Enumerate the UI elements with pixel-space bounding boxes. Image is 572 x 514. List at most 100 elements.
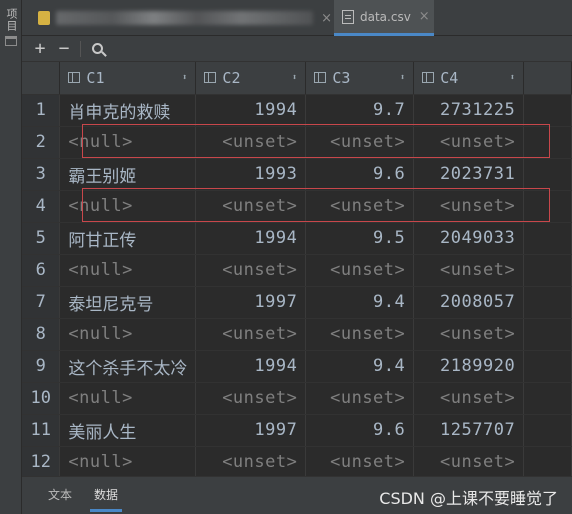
table-row[interactable]: 10 <null> <unset> <unset> <unset>: [22, 382, 572, 415]
tab-text-view[interactable]: 文本: [44, 484, 76, 509]
cell-c1[interactable]: 阿甘正传: [59, 222, 197, 255]
cell-c3[interactable]: 9.5: [305, 222, 415, 255]
cell-c2[interactable]: 1994: [195, 350, 307, 383]
row-number[interactable]: 10: [22, 382, 61, 415]
table-row[interactable]: 4 <null> <unset> <unset> <unset>: [22, 190, 572, 223]
cell-c3[interactable]: <unset>: [305, 190, 415, 223]
sort-icon[interactable]: ⬍: [510, 73, 515, 83]
cell-c1[interactable]: 美丽人生: [59, 414, 197, 447]
tab-data-csv[interactable]: data.csv ×: [334, 0, 434, 36]
cell-c1[interactable]: <null>: [59, 126, 197, 159]
row-number[interactable]: 2: [22, 126, 61, 159]
sort-icon[interactable]: ⬍: [400, 73, 405, 83]
row-filler: [523, 414, 572, 447]
table-row[interactable]: 2 <null> <unset> <unset> <unset>: [22, 126, 572, 159]
table-row[interactable]: 7 泰坦尼克号 1997 9.4 2008057: [22, 286, 572, 319]
cell-c1[interactable]: <null>: [59, 318, 197, 351]
sort-icon[interactable]: ⬍: [182, 73, 187, 83]
row-number[interactable]: 8: [22, 318, 61, 351]
cell-c4[interactable]: <unset>: [413, 254, 525, 287]
row-number[interactable]: 6: [22, 254, 61, 287]
data-grid: C1 ⬍ C2 ⬍ C3 ⬍ C4 ⬍ 1 肖申克的救赎 1994 9.7 2731225 2 <n…: [22, 62, 572, 476]
search-icon: [91, 43, 103, 54]
cell-c3[interactable]: 9.7: [305, 94, 415, 127]
cell-c1[interactable]: <null>: [59, 190, 197, 223]
row-number[interactable]: 7: [22, 286, 61, 319]
column-header-c4[interactable]: C4 ⬍: [413, 62, 525, 95]
cell-c3[interactable]: <unset>: [305, 254, 415, 287]
row-number[interactable]: 3: [22, 158, 61, 191]
table-row[interactable]: 9 这个杀手不太冷 1994 9.4 2189920: [22, 350, 572, 383]
toolbar-divider: [80, 40, 81, 57]
table-row[interactable]: 3 霸王别姬 1993 9.6 2023731: [22, 158, 572, 191]
table-row[interactable]: 6 <null> <unset> <unset> <unset>: [22, 254, 572, 287]
table-row[interactable]: 12 <null> <unset> <unset> <unset>: [22, 446, 572, 476]
cell-c2[interactable]: 1993: [195, 158, 307, 191]
column-header-c3[interactable]: C3 ⬍: [305, 62, 415, 95]
cell-c3[interactable]: 9.4: [305, 286, 415, 319]
cell-c1[interactable]: 这个杀手不太冷: [59, 350, 197, 383]
row-number[interactable]: 11: [22, 414, 61, 447]
cell-c1[interactable]: <null>: [59, 254, 197, 287]
cell-c2[interactable]: <unset>: [195, 254, 307, 287]
table-row[interactable]: 5 阿甘正传 1994 9.5 2049033: [22, 222, 572, 255]
row-number[interactable]: 9: [22, 350, 61, 383]
cell-c3[interactable]: <unset>: [305, 446, 415, 476]
cell-c3[interactable]: <unset>: [305, 318, 415, 351]
table-row[interactable]: 11 美丽人生 1997 9.6 1257707: [22, 414, 572, 447]
cell-c4[interactable]: <unset>: [413, 126, 525, 159]
cell-c2[interactable]: <unset>: [195, 382, 307, 415]
row-number[interactable]: 1: [22, 94, 61, 127]
cell-c2[interactable]: <unset>: [195, 126, 307, 159]
cell-c4[interactable]: <unset>: [413, 382, 525, 415]
project-tool-tab[interactable]: 项目: [2, 8, 20, 32]
tab-python-file[interactable]: ×: [30, 0, 332, 36]
tab-data-view[interactable]: 数据: [90, 484, 123, 512]
table-row[interactable]: 1 肖申克的救赎 1994 9.7 2731225: [22, 94, 572, 127]
left-tool-strip: 项目: [0, 0, 22, 514]
csv-table: C1 ⬍ C2 ⬍ C3 ⬍ C4 ⬍ 1 肖申克的救赎 1994 9.7 2731225 2 <n…: [22, 62, 572, 476]
column-header-c1[interactable]: C1 ⬍: [59, 62, 197, 95]
folder-icon[interactable]: [5, 36, 17, 46]
cell-c4[interactable]: <unset>: [413, 318, 525, 351]
cell-c3[interactable]: 9.6: [305, 158, 415, 191]
remove-row-button[interactable]: −: [52, 38, 76, 60]
cell-c3[interactable]: 9.6: [305, 414, 415, 447]
cell-c2[interactable]: 1994: [195, 94, 307, 127]
row-filler: [523, 94, 572, 127]
cell-c4[interactable]: 2049033: [413, 222, 525, 255]
close-icon[interactable]: ×: [321, 12, 332, 25]
cell-c1[interactable]: <null>: [59, 446, 197, 476]
close-icon[interactable]: ×: [419, 10, 430, 23]
cell-c3[interactable]: 9.4: [305, 350, 415, 383]
cell-c4[interactable]: 1257707: [413, 414, 525, 447]
cell-c3[interactable]: <unset>: [305, 382, 415, 415]
cell-c2[interactable]: 1997: [195, 286, 307, 319]
row-filler: [523, 350, 572, 383]
cell-c1[interactable]: 霸王别姬: [59, 158, 197, 191]
cell-c4[interactable]: 2189920: [413, 350, 525, 383]
cell-c2[interactable]: 1994: [195, 222, 307, 255]
column-header-c2[interactable]: C2 ⬍: [195, 62, 307, 95]
cell-c2[interactable]: <unset>: [195, 446, 307, 476]
cell-c4[interactable]: 2731225: [413, 94, 525, 127]
row-number[interactable]: 5: [22, 222, 61, 255]
cell-c1[interactable]: 泰坦尼克号: [59, 286, 197, 319]
cell-c3[interactable]: <unset>: [305, 126, 415, 159]
table-row[interactable]: 8 <null> <unset> <unset> <unset>: [22, 318, 572, 351]
row-filler: [523, 286, 572, 319]
cell-c4[interactable]: 2023731: [413, 158, 525, 191]
cell-c4[interactable]: <unset>: [413, 190, 525, 223]
cell-c4[interactable]: <unset>: [413, 446, 525, 476]
sort-icon[interactable]: ⬍: [292, 73, 297, 83]
cell-c4[interactable]: 2008057: [413, 286, 525, 319]
search-button[interactable]: [85, 38, 109, 60]
row-number[interactable]: 4: [22, 190, 61, 223]
cell-c1[interactable]: <null>: [59, 382, 197, 415]
cell-c1[interactable]: 肖申克的救赎: [59, 94, 197, 127]
cell-c2[interactable]: <unset>: [195, 318, 307, 351]
add-row-button[interactable]: +: [28, 38, 52, 60]
cell-c2[interactable]: <unset>: [195, 190, 307, 223]
row-number[interactable]: 12: [22, 446, 61, 476]
cell-c2[interactable]: 1997: [195, 414, 307, 447]
